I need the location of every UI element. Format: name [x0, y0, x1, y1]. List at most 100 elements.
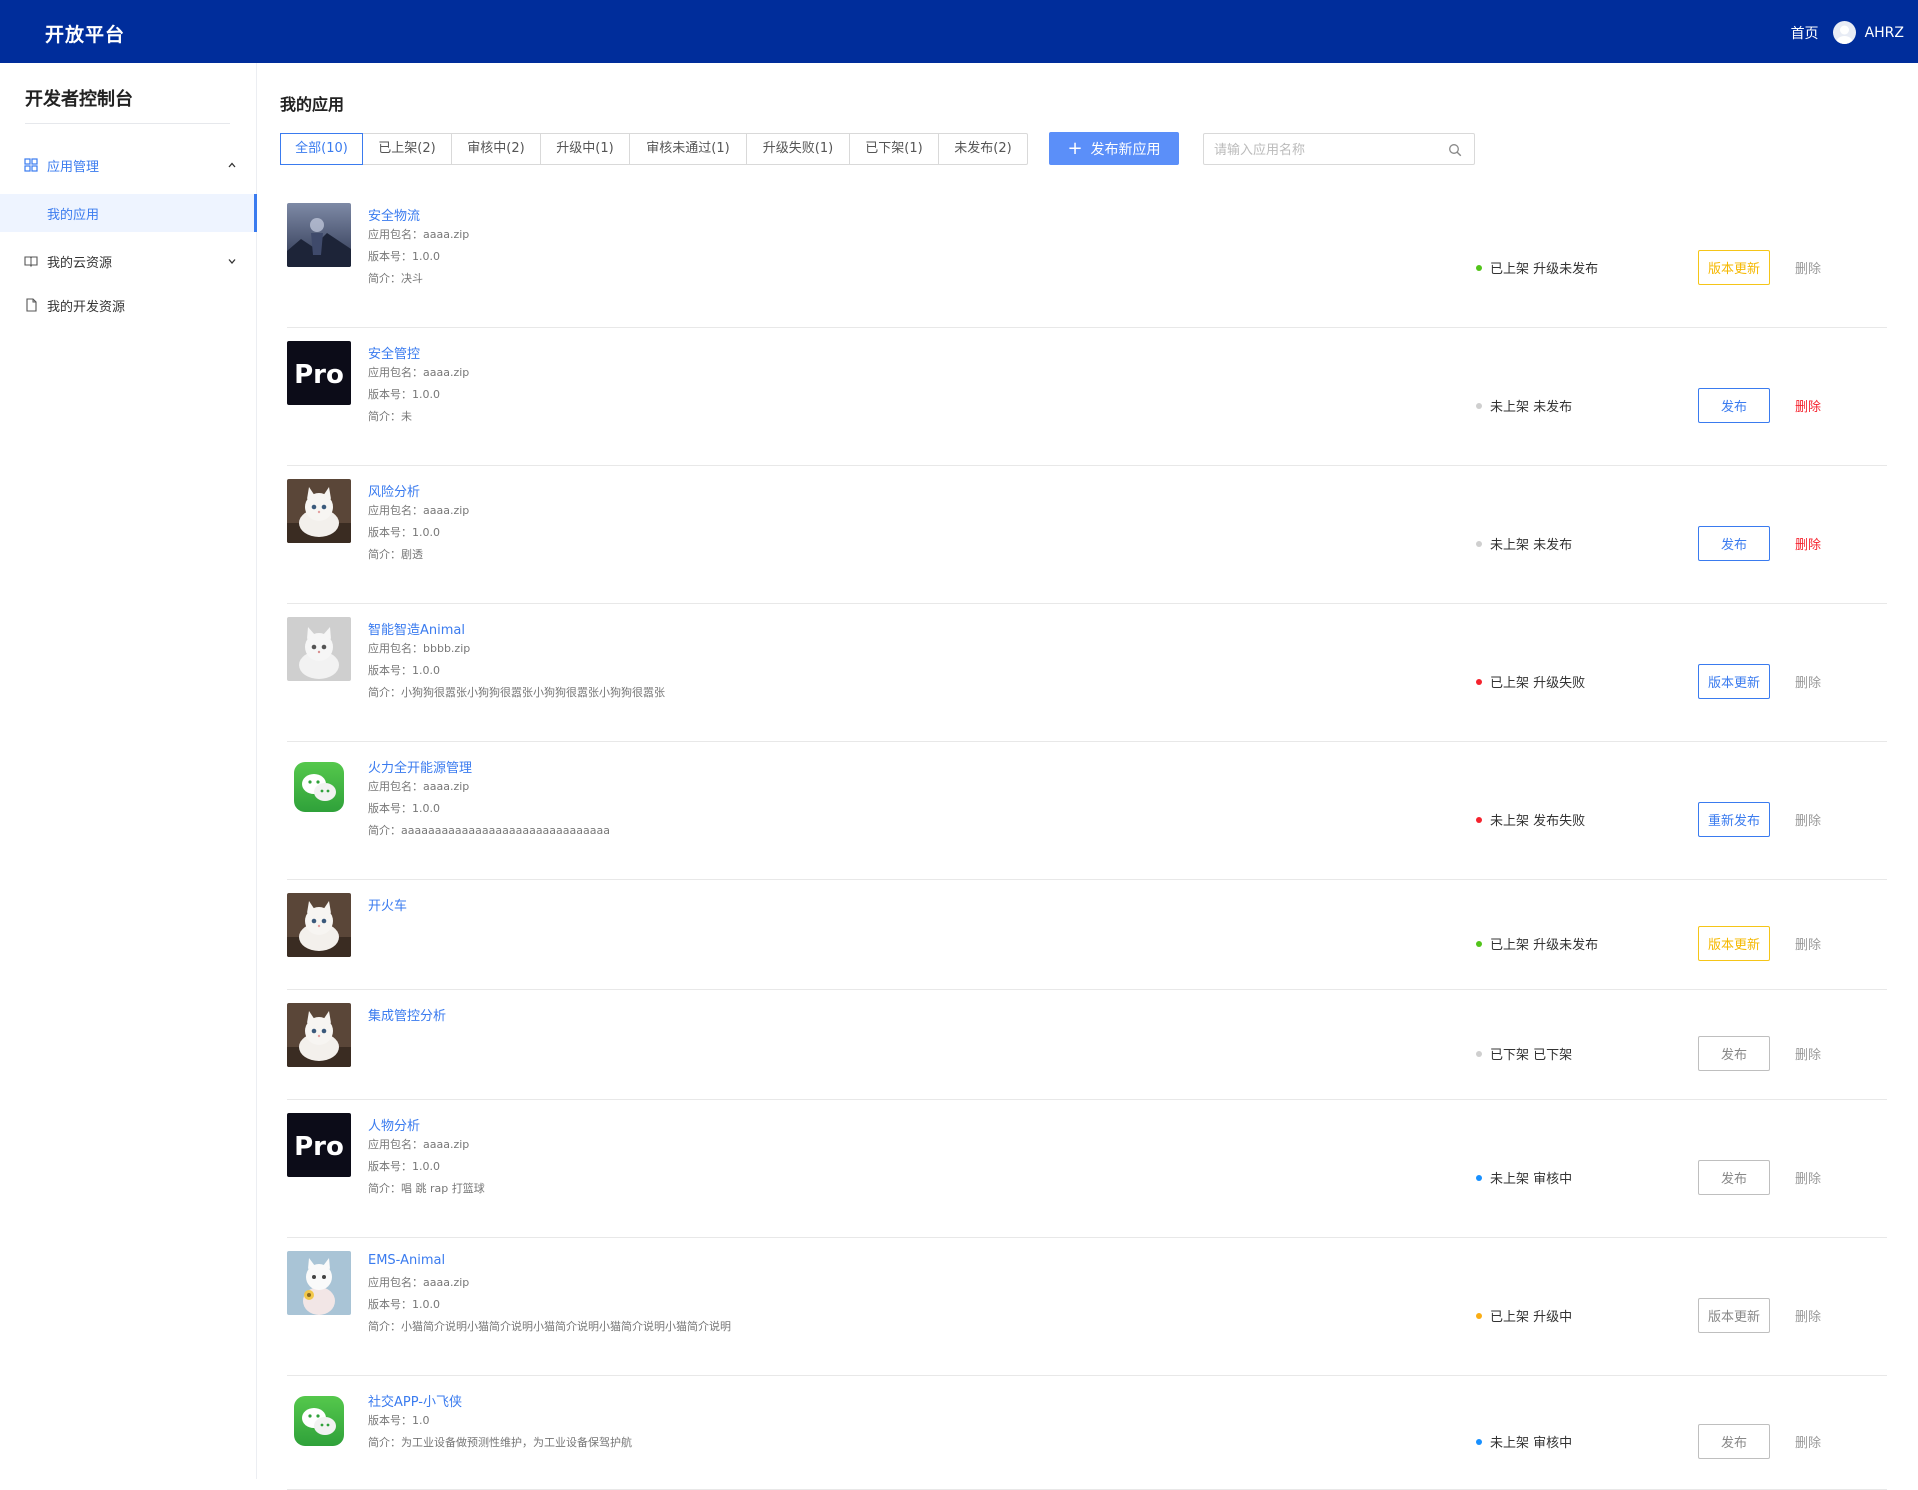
tab-delisted[interactable]: 已下架(1)	[849, 134, 938, 164]
tab-all[interactable]: 全部(10)	[280, 133, 363, 165]
search-box	[1203, 133, 1475, 165]
app-thumbnail	[287, 203, 351, 267]
tab-listed[interactable]: 已上架(2)	[362, 134, 451, 164]
sidebar: 开发者控制台 应用管理 我的应用 我的云资源 我的开发资源	[0, 63, 257, 1479]
app-action-button[interactable]: 发布	[1698, 526, 1770, 561]
search-icon[interactable]	[1448, 143, 1462, 157]
sidebar-item-label: 我的云资源	[47, 255, 113, 271]
sidebar-item-cloud-resources[interactable]: 我的云资源	[0, 242, 257, 280]
publish-button-label: 发布新应用	[1090, 141, 1161, 158]
delete-link[interactable]: 删除	[1795, 672, 1821, 691]
divider	[25, 123, 230, 124]
status-label: 未上架 未发布	[1490, 538, 1573, 553]
status-dot	[1476, 264, 1482, 271]
app-meta-line: 版本号：1.0.0	[368, 1160, 440, 1173]
app-action-button[interactable]: 版本更新	[1698, 664, 1770, 699]
app-name-link[interactable]: 社交APP-小飞侠	[368, 1391, 462, 1410]
app-action-button[interactable]: 发布	[1698, 388, 1770, 423]
page-title: 我的应用	[280, 95, 345, 114]
status-text: 未上架 未发布	[1476, 534, 1572, 553]
app-thumbnail	[287, 617, 351, 681]
sidebar-item-my-apps[interactable]: 我的应用	[0, 194, 257, 232]
app-meta-line: 应用包名：aaaa.zip	[368, 504, 470, 517]
app-thumbnail	[287, 479, 351, 543]
delete-link[interactable]: 删除	[1795, 396, 1821, 415]
tab-upgrading[interactable]: 升级中(1)	[540, 134, 629, 164]
app-action-button[interactable]: 发布	[1698, 1036, 1770, 1071]
app-name-link[interactable]: 安全管控	[368, 343, 420, 362]
delete-link[interactable]: 删除	[1795, 1168, 1821, 1187]
app-name-link[interactable]: 风险分析	[368, 481, 420, 500]
app-meta-line: 版本号：1.0.0	[368, 526, 440, 539]
app-name-link[interactable]: 安全物流	[368, 205, 420, 224]
tab-reviewing[interactable]: 审核中(2)	[451, 134, 540, 164]
status-label: 已上架 升级中	[1490, 1310, 1573, 1325]
app-name-link[interactable]: 火力全开能源管理	[368, 757, 472, 776]
app-name-link[interactable]: EMS-Animal	[368, 1253, 445, 1268]
app-thumbnail	[287, 755, 351, 819]
tab-upgrade-failed[interactable]: 升级失败(1)	[746, 134, 849, 164]
app-meta-line: 应用包名：aaaa.zip	[368, 1276, 470, 1289]
app-meta-line: 简介：唱 跳 rap 打篮球	[368, 1182, 485, 1195]
app-meta-line: 版本号：1.0.0	[368, 1298, 440, 1311]
app-list: 安全物流 应用包名：aaaa.zip 版本号：1.0.0 简介：决斗 已上架 升级未发布…	[287, 203, 1887, 1490]
user-icon	[1836, 25, 1853, 44]
app-action-button[interactable]: 重新发布	[1698, 802, 1770, 837]
grid-icon	[24, 158, 38, 172]
status-text: 已上架 升级未发布	[1476, 934, 1598, 953]
status-label: 未上架 审核中	[1490, 1172, 1573, 1187]
app-name-link[interactable]: 人物分析	[368, 1115, 420, 1134]
publish-new-app-button[interactable]: + 发布新应用	[1049, 132, 1179, 165]
username[interactable]: AHRZ	[1865, 25, 1904, 41]
status-dot	[1476, 1438, 1482, 1445]
app-thumbnail: Pro	[287, 1113, 351, 1177]
delete-link[interactable]: 删除	[1795, 1306, 1821, 1325]
status-dot	[1476, 1050, 1482, 1057]
app-row: 火力全开能源管理 应用包名：aaaa.zip 版本号：1.0.0 简介：aaaaaaa…	[287, 755, 1887, 880]
top-right-nav: 首页 AHRZ	[1791, 21, 1904, 44]
app-action-button[interactable]: 发布	[1698, 1160, 1770, 1195]
app-name-link[interactable]: 集成管控分析	[368, 1005, 446, 1024]
app-meta-line: 应用包名：aaaa.zip	[368, 780, 470, 793]
app-meta-line: 应用包名：aaaa.zip	[368, 366, 470, 379]
delete-link[interactable]: 删除	[1795, 1044, 1821, 1063]
status-text: 未上架 审核中	[1476, 1432, 1572, 1451]
sidebar-item-dev-resources[interactable]: 我的开发资源	[0, 286, 257, 324]
delete-link[interactable]: 删除	[1795, 810, 1821, 829]
delete-link[interactable]: 删除	[1795, 534, 1821, 553]
status-label: 未上架 审核中	[1490, 1436, 1573, 1451]
avatar[interactable]	[1832, 21, 1856, 44]
status-dot	[1476, 678, 1482, 685]
top-bar: 开放平台 首页 AHRZ	[0, 0, 1918, 63]
app-action-button[interactable]: 版本更新	[1698, 1298, 1770, 1333]
delete-link[interactable]: 删除	[1795, 934, 1821, 953]
brand-title[interactable]: 开放平台	[45, 20, 125, 47]
home-link[interactable]: 首页	[1791, 23, 1819, 43]
sidebar-item-app-management[interactable]: 应用管理	[0, 146, 257, 184]
tab-review-rejected[interactable]: 审核未通过(1)	[629, 134, 746, 164]
app-action-button[interactable]: 版本更新	[1698, 926, 1770, 961]
status-dot	[1476, 402, 1482, 409]
status-label: 未上架 未发布	[1490, 400, 1573, 415]
app-thumbnail	[287, 893, 351, 957]
status-dot	[1476, 816, 1482, 823]
delete-link[interactable]: 删除	[1795, 258, 1821, 277]
app-action-button[interactable]: 发布	[1698, 1424, 1770, 1459]
status-dot	[1476, 940, 1482, 947]
search-input[interactable]	[1214, 140, 1434, 160]
app-row: Pro 安全管控 应用包名：aaaa.zip 版本号：1.0.0 简介：未 未上架 未发布…	[287, 341, 1887, 466]
app-name-link[interactable]: 智能智造Animal	[368, 619, 465, 638]
app-action-button[interactable]: 版本更新	[1698, 250, 1770, 285]
sidebar-item-label: 我的开发资源	[47, 299, 126, 315]
app-meta-line: 简介：未	[368, 410, 412, 423]
app-meta-line: 简介：为工业设备做预测性维护，为工业设备保驾护航	[368, 1436, 632, 1449]
delete-link[interactable]: 删除	[1795, 1432, 1821, 1451]
app-thumbnail: Pro	[287, 341, 351, 405]
app-meta-line: 版本号：1.0.0	[368, 250, 440, 263]
status-text: 已下架 已下架	[1476, 1044, 1572, 1063]
app-name-link[interactable]: 开火车	[368, 895, 407, 914]
app-thumbnail	[287, 1389, 351, 1453]
app-thumbnail	[287, 1003, 351, 1067]
app-meta-line: 简介：aaaaaaaaaaaaaaaaaaaaaaaaaaaaaaa	[368, 824, 610, 837]
tab-unpublished[interactable]: 未发布(2)	[938, 134, 1027, 164]
